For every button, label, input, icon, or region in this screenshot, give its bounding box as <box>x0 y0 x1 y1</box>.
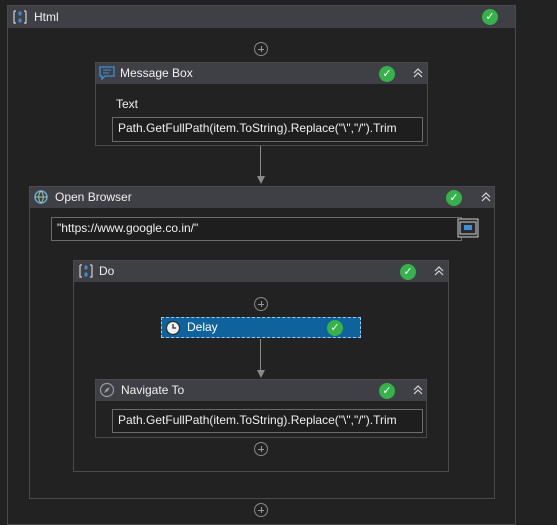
message-box-activity[interactable]: Message Box ✓ Text Path.GetFullPath(item… <box>95 62 428 146</box>
navigate-url-field[interactable]: Path.GetFullPath(item.ToString).Replace(… <box>112 409 423 433</box>
add-activity-button[interactable] <box>254 42 268 56</box>
sequence-icon <box>12 9 28 28</box>
navigate-to-header[interactable]: Navigate To ✓ <box>96 380 426 401</box>
open-browser-header[interactable]: Open Browser ✓ <box>30 187 494 208</box>
browser-icon <box>33 189 49 208</box>
sequence-icon <box>78 263 94 282</box>
text-property-label: Text <box>116 97 139 111</box>
do-sequence-header[interactable]: Do ✓ <box>74 261 448 282</box>
collapse-chevron-icon[interactable] <box>480 192 492 202</box>
connector-arrow <box>256 176 265 184</box>
open-browser-title: Open Browser <box>55 190 132 204</box>
message-box-header[interactable]: Message Box ✓ <box>96 63 427 84</box>
collapse-chevron-icon[interactable] <box>412 68 424 78</box>
indicate-browser-icon[interactable] <box>457 218 479 241</box>
navigate-to-activity[interactable]: Navigate To ✓ Path.GetFullPath(item.ToSt… <box>95 379 427 438</box>
message-text-field[interactable]: Path.GetFullPath(item.ToString).Replace(… <box>112 117 423 142</box>
compass-icon <box>99 382 115 401</box>
add-activity-button[interactable] <box>254 503 268 517</box>
message-box-icon <box>99 66 115 83</box>
add-activity-button[interactable] <box>254 442 268 456</box>
clock-icon <box>165 320 181 339</box>
valid-check-icon: ✓ <box>446 190 462 206</box>
valid-check-icon: ✓ <box>327 320 343 336</box>
valid-check-icon: ✓ <box>482 9 498 25</box>
do-sequence[interactable]: Do ✓ <box>73 260 449 472</box>
collapse-chevron-icon[interactable] <box>412 385 424 395</box>
connector-line <box>260 146 261 176</box>
valid-check-icon: ✓ <box>400 264 416 280</box>
connector-arrow <box>256 370 265 378</box>
valid-check-icon: ✓ <box>379 66 395 82</box>
navigate-to-title: Navigate To <box>121 383 185 397</box>
browser-url-field[interactable]: "https://www.google.co.in/" <box>51 217 462 241</box>
html-sequence-header[interactable]: Html ✓ <box>8 6 515 28</box>
delay-title: Delay <box>187 320 218 334</box>
connector-line <box>260 339 261 370</box>
add-activity-button[interactable] <box>254 297 268 311</box>
html-sequence-title: Html <box>34 10 59 24</box>
collapse-chevron-icon[interactable] <box>433 266 445 276</box>
delay-activity[interactable]: Delay ✓ <box>161 317 361 338</box>
do-sequence-title: Do <box>99 264 115 278</box>
message-box-title: Message Box <box>120 66 193 80</box>
valid-check-icon: ✓ <box>379 383 395 399</box>
